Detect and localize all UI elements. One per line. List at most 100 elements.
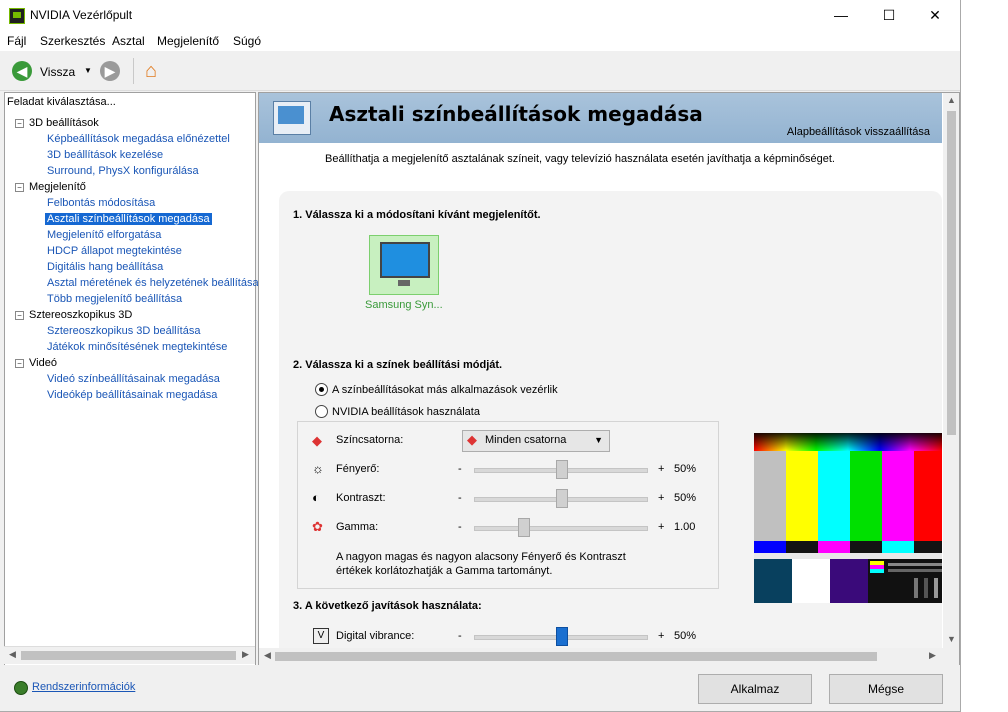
- channel-label: Színcsatorna:: [336, 434, 404, 446]
- system-info-link[interactable]: Rendszerinformációk: [32, 681, 135, 693]
- home-icon[interactable]: ⌂: [145, 59, 169, 83]
- brightness-label: Fényerő:: [336, 463, 380, 475]
- scroll-right-icon[interactable]: ▶: [242, 649, 249, 660]
- scroll-left-icon[interactable]: ◀: [264, 650, 271, 661]
- forward-arrow-icon[interactable]: ▶: [100, 61, 120, 81]
- gamma-note: A nagyon magas és nagyon alacsony Fényer…: [336, 551, 626, 577]
- window-title: NVIDIA Vezérlőpult: [30, 8, 133, 22]
- brightness-slider-thumb[interactable]: [556, 460, 568, 479]
- collapse-toggle-icon[interactable]: −: [15, 119, 24, 128]
- tree-item-game-ratings[interactable]: Játékok minősítésének megtekintése: [47, 341, 227, 353]
- contrast-slider-thumb[interactable]: [556, 489, 568, 508]
- history-dropdown-icon[interactable]: ▼: [84, 66, 92, 75]
- vibrance-value: 50%: [674, 630, 697, 642]
- nvidia-settings-group: ◆ Színcsatorna: ◆ Minden csatorna ▼ ☼ Fé…: [297, 421, 719, 589]
- content-vertical-scrollbar[interactable]: ▲ ▼: [943, 93, 959, 665]
- tree-item-rotate-display[interactable]: Megjelenítő elforgatása: [47, 229, 161, 241]
- gamma-value: 1.00: [674, 521, 696, 533]
- gamma-icon: ✿: [312, 519, 323, 534]
- page-title: Asztali színbeállítások megadása: [329, 102, 703, 126]
- contrast-minus: -: [458, 492, 462, 504]
- close-button[interactable]: ✕: [912, 0, 958, 30]
- tree-item-digital-audio[interactable]: Digitális hang beállítása: [47, 261, 163, 273]
- display-selector[interactable]: [369, 235, 439, 295]
- menu-help[interactable]: Súgó: [233, 34, 261, 48]
- settings-area: 1. Válassza ki a módosítani kívánt megje…: [279, 191, 942, 665]
- contrast-plus: +: [658, 492, 665, 504]
- monitor-stand: [398, 280, 410, 286]
- monitor-label[interactable]: Samsung Syn...: [365, 299, 443, 311]
- scroll-left-icon[interactable]: ◀: [9, 649, 16, 660]
- section-1-title: 1. Válassza ki a módosítani kívánt megje…: [293, 209, 541, 221]
- gamma-slider-track[interactable]: [474, 526, 648, 531]
- toolbar: ◀ Vissza ▼ ▶ ⌂: [0, 52, 960, 91]
- radio-nvidia-settings-label[interactable]: NVIDIA beállítások használata: [332, 406, 480, 418]
- nvidia-control-panel-window: NVIDIA Vezérlőpult — ☐ ✕ Fájl Szerkeszté…: [0, 0, 961, 712]
- color-channel-icon: ◆: [467, 432, 477, 447]
- title-bar: NVIDIA Vezérlőpult — ☐ ✕: [0, 0, 960, 30]
- tree-category-3d[interactable]: 3D beállítások: [29, 117, 99, 129]
- gamma-minus: -: [458, 521, 462, 533]
- tree-item-hdcp[interactable]: HDCP állapot megtekintése: [47, 245, 182, 257]
- contrast-icon: ◐: [312, 490, 320, 505]
- scroll-up-icon[interactable]: ▲: [947, 95, 956, 105]
- scroll-down-icon[interactable]: ▼: [947, 634, 956, 644]
- color-test-pattern: [754, 433, 942, 603]
- scroll-thumb[interactable]: [947, 111, 956, 435]
- tree-item-multi-display[interactable]: Több megjelenítő beállítása: [47, 293, 182, 305]
- page-description: Beállíthatja a megjelenítő asztalának sz…: [325, 153, 835, 165]
- vibrance-slider-thumb[interactable]: [556, 627, 568, 646]
- tree-item-desktop-color[interactable]: Asztali színbeállítások megadása: [45, 213, 212, 225]
- content-horizontal-scrollbar[interactable]: ◀ ▶: [259, 648, 943, 665]
- radio-other-apps[interactable]: [315, 383, 328, 396]
- menu-display[interactable]: Megjelenítő: [157, 34, 219, 48]
- footer-bar: Rendszerinformációk Alkalmaz Mégse: [0, 665, 960, 711]
- task-tree-header: Feladat kiválasztása...: [7, 96, 116, 108]
- menu-file[interactable]: Fájl: [7, 34, 26, 48]
- brightness-plus: +: [658, 463, 665, 475]
- menu-bar: Fájl Szerkesztés Asztal Megjelenítő Súgó: [0, 30, 960, 51]
- maximize-button[interactable]: ☐: [866, 0, 912, 30]
- contrast-value: 50%: [674, 492, 697, 504]
- tree-item-stereo-setup[interactable]: Sztereoszkopikus 3D beállítása: [47, 325, 200, 337]
- tree-category-video[interactable]: Videó: [29, 357, 57, 369]
- gamma-label: Gamma:: [336, 521, 379, 533]
- cancel-button[interactable]: Mégse: [829, 674, 943, 704]
- brightness-minus: -: [458, 463, 462, 475]
- tree-item-resolution[interactable]: Felbontás módosítása: [47, 197, 155, 209]
- collapse-toggle-icon[interactable]: −: [15, 359, 24, 368]
- color-channel-icon: ◆: [312, 433, 322, 448]
- brightness-value: 50%: [674, 463, 697, 475]
- tree-item-image-settings[interactable]: Képbeállítások megadása előnézettel: [47, 133, 230, 145]
- channel-dropdown[interactable]: ◆ Minden csatorna ▼: [462, 430, 610, 452]
- tree-item-desktop-size[interactable]: Asztal méretének és helyzetének beállítá…: [47, 277, 259, 289]
- scroll-right-icon[interactable]: ▶: [929, 650, 936, 661]
- radio-nvidia-settings[interactable]: [315, 405, 328, 418]
- gamma-slider-thumb[interactable]: [518, 518, 530, 537]
- minimize-button[interactable]: —: [818, 0, 864, 30]
- collapse-toggle-icon[interactable]: −: [15, 311, 24, 320]
- back-button-label[interactable]: Vissza: [40, 65, 75, 79]
- section-2-title: 2. Válassza ki a színek beállítási módjá…: [293, 359, 503, 371]
- gamma-plus: +: [658, 521, 665, 533]
- apply-button[interactable]: Alkalmaz: [698, 674, 812, 704]
- system-info-icon: [14, 681, 28, 695]
- menu-desktop[interactable]: Asztal: [112, 34, 145, 48]
- back-arrow-icon[interactable]: ◀: [12, 61, 32, 81]
- tree-item-manage-3d[interactable]: 3D beállítások kezelése: [47, 149, 163, 161]
- scroll-thumb[interactable]: [21, 651, 236, 660]
- task-tree-panel: Feladat kiválasztása... − 3D beállítások…: [4, 92, 259, 666]
- radio-other-apps-label[interactable]: A színbeállításokat más alkalmazások vez…: [332, 384, 558, 396]
- menu-edit[interactable]: Szerkesztés: [40, 34, 105, 48]
- digital-vibrance-icon: V: [313, 628, 329, 644]
- collapse-toggle-icon[interactable]: −: [15, 183, 24, 192]
- tree-item-video-image[interactable]: Videókép beállításainak megadása: [47, 389, 217, 401]
- left-horizontal-scrollbar[interactable]: ◀ ▶: [4, 646, 255, 664]
- tree-category-display[interactable]: Megjelenítő: [29, 181, 86, 193]
- brightness-icon: ☼: [312, 461, 324, 476]
- tree-item-surround-physx[interactable]: Surround, PhysX konfigurálása: [47, 165, 199, 177]
- scroll-thumb[interactable]: [275, 652, 877, 661]
- restore-defaults-link[interactable]: Alapbeállítások visszaállítása: [787, 126, 930, 138]
- tree-category-stereo-3d[interactable]: Sztereoszkopikus 3D: [29, 309, 132, 321]
- tree-item-video-color[interactable]: Videó színbeállításainak megadása: [47, 373, 220, 385]
